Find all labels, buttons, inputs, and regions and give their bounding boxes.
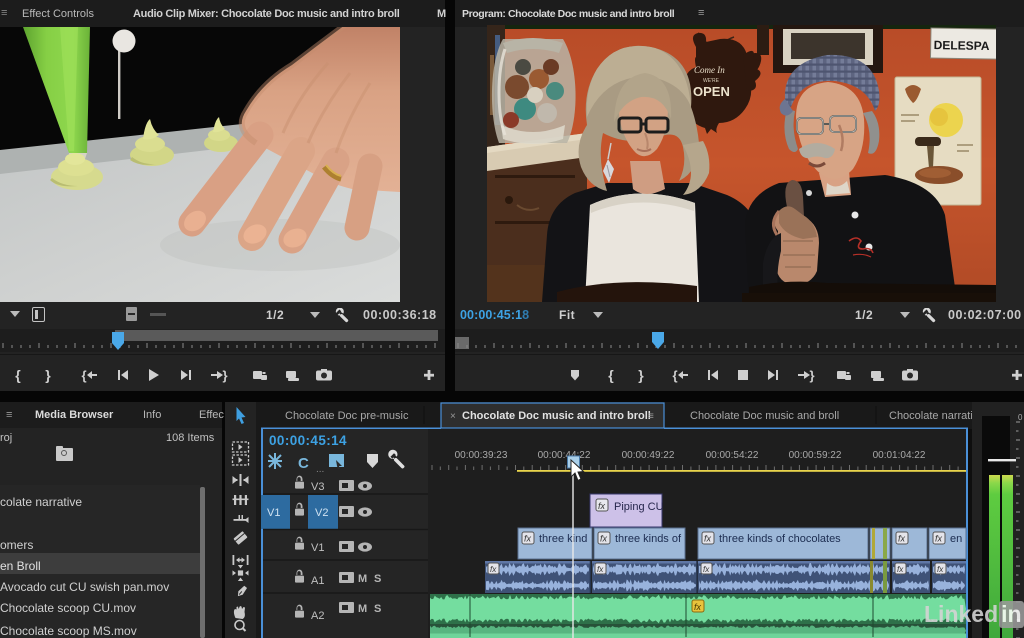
svg-text:A2: A2 <box>311 610 324 622</box>
svg-text:00:00:39:23: 00:00:39:23 <box>455 450 508 461</box>
svg-text:fx: fx <box>490 565 497 574</box>
svg-text:00:00:49:22: 00:00:49:22 <box>622 450 675 461</box>
svg-text:three kinds of chocolates: three kinds of chocolates <box>719 533 841 545</box>
svg-text:fx: fx <box>600 534 608 544</box>
svg-text:fx: fx <box>704 534 712 544</box>
svg-text:V1: V1 <box>311 542 324 554</box>
svg-text:fx: fx <box>694 602 702 612</box>
svg-text:fx: fx <box>898 534 906 544</box>
svg-text:en: en <box>950 533 962 545</box>
svg-text:00:01:04:22: 00:01:04:22 <box>873 450 926 461</box>
svg-text:}: } <box>809 368 814 383</box>
svg-text:≡: ≡ <box>648 411 654 422</box>
svg-text:fx: fx <box>597 565 604 574</box>
svg-text:00:00:45:14: 00:00:45:14 <box>269 433 347 448</box>
svg-text:V1: V1 <box>267 507 280 519</box>
svg-text:C: C <box>298 455 309 472</box>
svg-text:Chocolate Doc music and intro: Chocolate Doc music and intro broll <box>462 410 651 422</box>
svg-text:...: ... <box>316 464 324 475</box>
svg-text:00:00:59:22: 00:00:59:22 <box>789 450 842 461</box>
svg-text:S: S <box>374 603 381 615</box>
svg-text:00:00:54:22: 00:00:54:22 <box>706 450 759 461</box>
svg-text:V3: V3 <box>311 481 324 493</box>
svg-text:OPEN: OPEN <box>693 84 730 99</box>
svg-text:fx: fx <box>937 565 944 574</box>
svg-text:Chocolate Doc pre-music: Chocolate Doc pre-music <box>285 410 409 422</box>
svg-text:}: } <box>222 368 227 383</box>
svg-text:M: M <box>358 603 367 615</box>
svg-text:Come In: Come In <box>694 65 725 75</box>
svg-text:00:00:44:22: 00:00:44:22 <box>538 450 591 461</box>
svg-text:DELESPA: DELESPA <box>934 38 990 53</box>
svg-text:fx: fx <box>703 565 710 574</box>
svg-text:fx: fx <box>598 501 606 511</box>
svg-text:{: { <box>15 367 21 383</box>
svg-text:fx: fx <box>935 534 943 544</box>
svg-text:Chocolate narrativ: Chocolate narrativ <box>889 410 979 422</box>
svg-text:Piping CU: Piping CU <box>614 501 664 513</box>
svg-text:fx: fx <box>897 565 904 574</box>
svg-text:{: { <box>672 368 677 383</box>
svg-text:}: } <box>45 367 51 383</box>
svg-text:A1: A1 <box>311 575 324 587</box>
svg-text:{: { <box>608 367 614 383</box>
svg-text:{: { <box>81 368 86 383</box>
svg-text:×: × <box>450 411 456 422</box>
svg-text:three kind: three kind <box>539 533 587 545</box>
svg-text:M: M <box>358 573 367 585</box>
svg-text:Chocolate Doc music and broll: Chocolate Doc music and broll <box>690 410 839 422</box>
svg-text:}: } <box>638 367 644 383</box>
svg-text:V2: V2 <box>315 507 328 519</box>
svg-text:three kinds of: three kinds of <box>615 533 682 545</box>
svg-text:0: 0 <box>1018 413 1023 422</box>
svg-text:S: S <box>374 573 381 585</box>
svg-text:fx: fx <box>524 534 532 544</box>
